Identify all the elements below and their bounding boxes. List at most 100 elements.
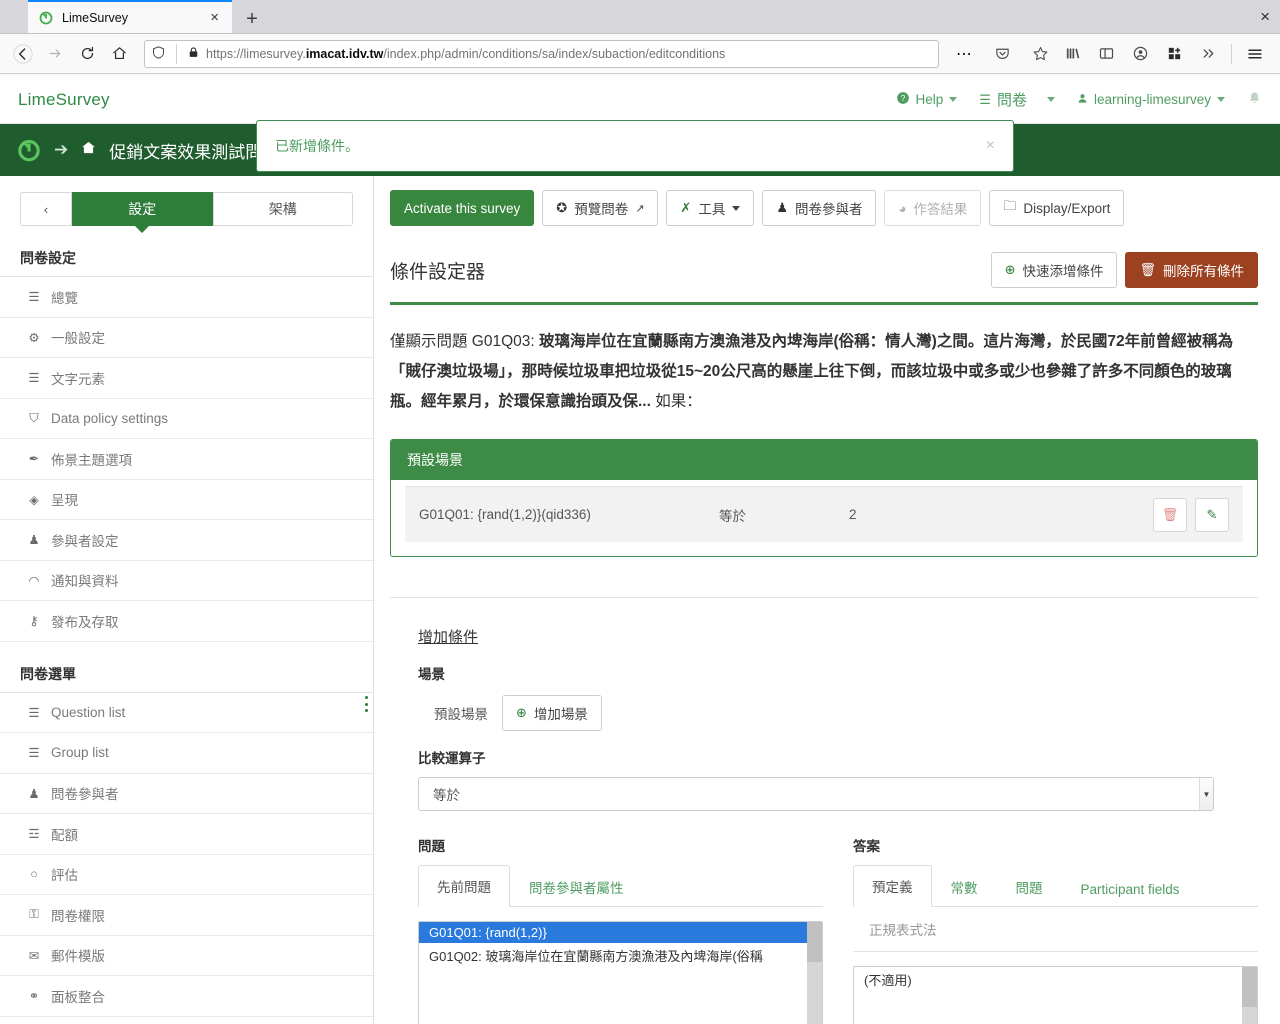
scenario-header: 預設場景 [391,440,1257,480]
tools-label: 工具 [698,202,726,217]
caret-down-icon [732,205,741,211]
url-bar[interactable]: https://limesurvey.imacat.idv.tw/index.p… [144,39,939,68]
row-actions: 🗑 ✎ [1153,497,1229,532]
sidebar-item-overview[interactable]: ☰ 總覽 [0,277,373,318]
url-divider [176,43,177,64]
sidebar-item-survey-permissions[interactable]: ⚿ 問卷權限 [0,895,373,936]
tab-participant-attributes[interactable]: 問卷參與者屬性 [510,866,643,907]
chevron-down-icon[interactable]: ▼ [1199,778,1213,810]
sidebar-item-quotas[interactable]: ☲ 配額 [0,814,373,855]
new-tab-button[interactable]: + [240,9,264,29]
tab-question[interactable]: 問題 [997,866,1062,907]
sidebar-item-survey-participants[interactable]: ♟ 問卷參與者 [0,773,373,814]
sidebar-item-presentation[interactable]: ◈ 呈現 [0,479,373,520]
scrollbar-thumb[interactable] [807,922,822,962]
notification-toast: 已新增條件。 × [256,120,1014,172]
svg-text:?: ? [900,94,905,103]
activate-survey-button[interactable]: Activate this survey [390,190,535,226]
breadcrumb: ➔ 促銷文案效果測試問 已新增條件。 × [0,120,1280,176]
sidebar-item-notifications-data[interactable]: ◠ 通知與資料 [0,560,373,601]
edit-condition-button[interactable]: ✎ [1195,497,1229,532]
sidebar-tab-structure[interactable]: 架構 [212,192,353,226]
tab-participant-fields[interactable]: Participant fields [1062,871,1199,907]
question-listbox[interactable]: G01Q01: {rand(1,2)} G01Q02: 玻璃海岸位在宜蘭縣南方澳… [418,921,823,1024]
question-column-title: 問題 [418,839,445,854]
sidebar: ‹ 設定 架構 問卷設定 ☰ 總覽 ⚙ 一般設定 ☰ 文字元素 ⛉ Data polic… [0,176,374,1024]
survey-participants-button[interactable]: ♟ 問卷參與者 [762,190,877,226]
sidebar-item-label: 面板整合 [51,989,105,1005]
sidebar-item-group-list[interactable]: ☰ Group list [0,733,373,774]
app-brand[interactable]: LimeSurvey [18,90,110,110]
tab-previous-questions[interactable]: 先前問題 [418,865,510,907]
sidebar-item-data-policy-settings[interactable]: ⛉ Data policy settings [0,398,373,439]
sidebar-item-text-elements[interactable]: ☰ 文字元素 [0,358,373,399]
sidebar-item-publication-access[interactable]: ⚷ 發布及存取 [0,601,373,642]
scrollbar-thumb[interactable] [1242,967,1257,1007]
sidebar-item-label: 參與者設定 [51,533,119,549]
sidebar-collapse-button[interactable]: ‹ [20,192,72,226]
extensions-icon[interactable] [1159,39,1190,69]
tabstrip-left-gap [0,0,28,33]
sidebar-item-general-settings[interactable]: ⚙ 一般設定 [0,317,373,358]
account-icon[interactable] [1125,39,1156,69]
surveys-label: 問卷 [996,92,1027,109]
preview-survey-button[interactable]: ✪ 預覽問卷 ↗ [542,190,659,226]
comment-icon: ○ [30,867,38,882]
listbox-scrollbar[interactable] [807,922,822,1024]
list-item[interactable]: (不適用) [854,967,1257,992]
help-menu[interactable]: ? Help [896,91,958,108]
close-icon[interactable]: × [986,137,995,155]
sidebar-tab-settings[interactable]: 設定 [72,192,213,226]
home-icon[interactable] [80,139,97,161]
back-arrow-icon[interactable] [8,39,38,69]
forward-arrow-icon [40,39,70,69]
user-icon [1077,92,1088,108]
list-item[interactable]: G01Q01: {rand(1,2)} [419,922,822,943]
sidebar-item-assessments[interactable]: ○ 評估 [0,854,373,895]
quick-add-condition-button[interactable]: ⊕ 快速添增條件 [990,252,1118,288]
library-icon[interactable] [1057,39,1088,69]
sidebar-resize-handle[interactable] [362,696,370,712]
shield-icon: ⛉ [29,410,39,425]
external-link-icon: ↗ [635,202,645,215]
list-item[interactable]: G01Q02: 玻璃海岸位在宜蘭縣南方澳漁港及內埤海岸(俗稱 [419,943,822,968]
url-prefix: https://limesurvey. [206,46,306,61]
hamburger-menu-icon[interactable] [1239,39,1270,69]
tools-button[interactable]: ✗ 工具 [666,190,755,226]
envelope-icon: ✉ [28,948,40,963]
delete-condition-button[interactable]: 🗑 [1153,497,1187,532]
comparison-operator-select[interactable]: 等於 [418,777,1214,811]
listbox-scrollbar[interactable] [1242,967,1257,1024]
page-actions-icon[interactable]: ⋯ [949,39,979,69]
breadcrumb-survey-title[interactable]: 促銷文案效果測試問 [109,138,262,163]
browser-tab[interactable]: LimeSurvey × [28,0,232,33]
add-scenario-button[interactable]: ⊕ 增加場景 [502,695,602,731]
tab-constant[interactable]: 常數 [932,866,997,907]
sidebar-item-panel-integration[interactable]: ⚭ 面板整合 [0,976,373,1017]
window-close-button[interactable]: × [1260,7,1270,27]
sidebar-item-theme-options[interactable]: ✒ 佈景主題選項 [0,439,373,480]
home-icon[interactable] [104,39,134,69]
gear-icon: ✪ [556,200,568,215]
toolbar-divider [1231,43,1232,64]
tab-predefined[interactable]: 預定義 [853,865,932,907]
tab-close-icon[interactable]: × [207,10,222,25]
sidebar-item-participant-settings[interactable]: ♟ 參與者設定 [0,520,373,561]
pocket-icon[interactable] [987,39,1017,69]
gears-icon: ⚙ [28,330,40,345]
overflow-chevron-icon[interactable] [1193,39,1224,69]
surveys-menu[interactable]: ☰ 問卷 [979,89,1055,110]
sidebar-icon[interactable] [1091,39,1122,69]
notification-bell-icon[interactable] [1247,90,1262,110]
sliders-icon: ☲ [28,827,40,842]
display-export-button[interactable]: 🗀 Display/Export [989,190,1125,226]
reload-icon[interactable] [72,39,102,69]
sidebar-item-email-templates[interactable]: ✉ 郵件模版 [0,935,373,976]
bookmark-star-icon[interactable] [1025,39,1055,69]
answer-listbox[interactable]: (不適用) [853,966,1258,1024]
sidebar-item-label: Data policy settings [51,410,169,426]
sidebar-item-question-list[interactable]: ☰ Question list [0,692,373,733]
answer-tabs: 預定義 常數 問題 Participant fields [853,865,1258,907]
delete-all-conditions-button[interactable]: 🗑 刪除所有條件 [1125,252,1258,288]
user-menu[interactable]: learning-limesurvey [1077,92,1225,108]
